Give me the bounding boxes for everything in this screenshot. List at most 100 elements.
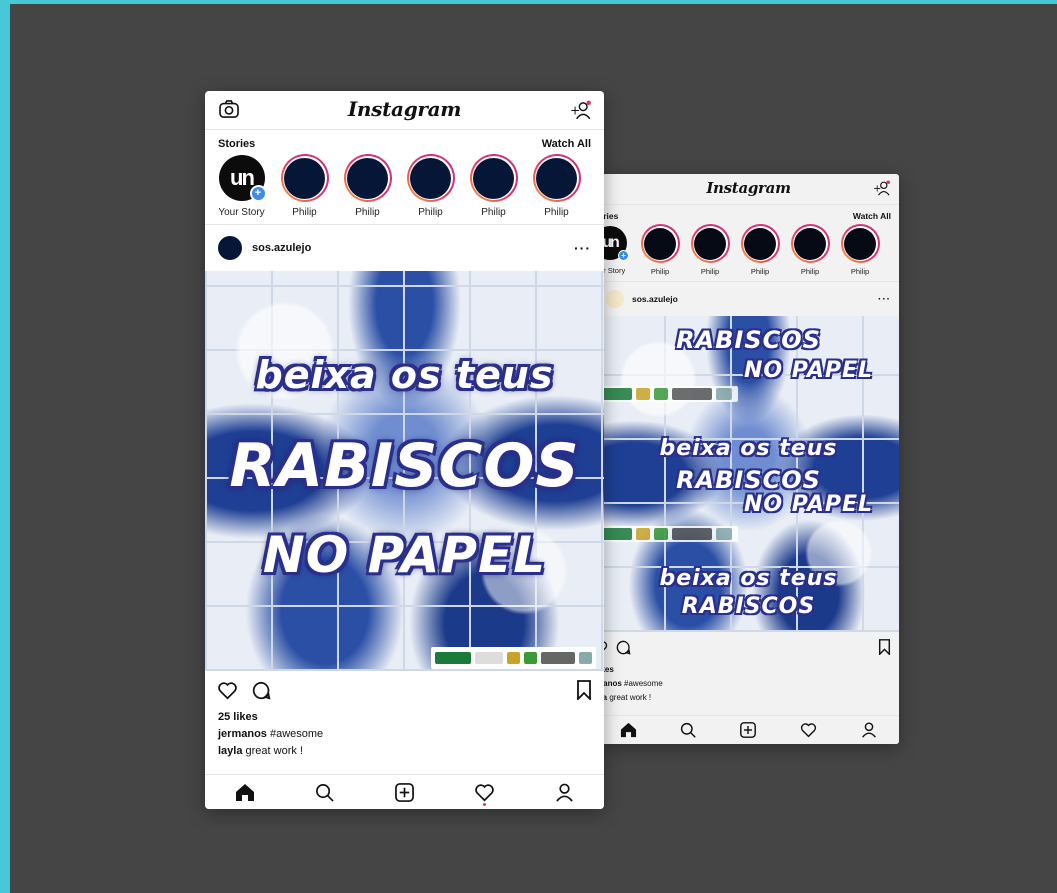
bottom-nav (598, 715, 899, 744)
comment-line: yla great work ! (598, 691, 891, 705)
story-item[interactable]: Philip (636, 224, 684, 276)
comment-icon[interactable] (252, 681, 271, 705)
story-avatar (536, 157, 577, 199)
comment-username[interactable]: layla (218, 745, 242, 757)
app-logo: Instagram (706, 179, 791, 197)
post-actions (205, 671, 604, 709)
story-label: Philip (292, 207, 317, 218)
caption-username[interactable]: jermanos (218, 728, 267, 740)
avatar: un + (218, 155, 267, 202)
post-avatar[interactable] (606, 290, 624, 308)
add-post-icon[interactable] (384, 777, 424, 807)
story-avatar (473, 157, 514, 199)
story-item[interactable]: Philip (736, 224, 784, 276)
heart-icon[interactable] (217, 681, 238, 705)
app-logo: Instagram (347, 97, 462, 121)
artwork-text: RABISCOS (229, 431, 580, 501)
story-avatar (794, 227, 826, 260)
story-avatar (410, 157, 451, 199)
sponsor-logos (598, 526, 738, 542)
search-icon[interactable] (305, 777, 345, 807)
profile-icon[interactable] (544, 777, 584, 807)
artwork-text: NO PAPEL (262, 526, 547, 584)
watch-all-link[interactable]: Watch All (853, 211, 891, 221)
post-actions (598, 632, 899, 663)
story-label: Philip (800, 267, 820, 276)
post-header: sos.azulejo ··· (598, 282, 899, 316)
post-image[interactable]: RABISCOS NO PAPEL beixa os teus RABISCOS… (598, 316, 899, 632)
main-phone-mockup: Instagram + Stories Watch All un + Your S… (205, 91, 604, 809)
story-item[interactable]: Philip (465, 154, 522, 218)
story-avatar (284, 157, 325, 199)
story-item[interactable]: Philip (786, 224, 834, 276)
post-caption-block: 25 likes jermanos #awesome layla great w… (205, 709, 604, 760)
caption-line: jermanos #awesome (218, 726, 591, 743)
add-user-icon[interactable]: + (873, 180, 891, 201)
top-bar: Instagram + (598, 174, 899, 205)
post-username[interactable]: sos.azulejo (632, 294, 878, 304)
avatar-text: un (602, 234, 619, 251)
story-label: Philip (544, 207, 569, 218)
story-label: Philip (418, 207, 443, 218)
caption-text: #awesome (269, 728, 324, 740)
comment-line: layla great work ! (218, 743, 591, 760)
artwork-text: NO PAPEL (743, 492, 874, 517)
story-avatar (844, 227, 876, 260)
canvas-background: Instagram + ories Watch All un+ our Stor… (10, 4, 1057, 893)
likes-count[interactable]: likes (598, 663, 891, 677)
stories-row: un+ our Story Philip Philip Philip Phili… (598, 224, 899, 282)
post-avatar[interactable] (218, 236, 242, 260)
caption-text: #awesome (624, 679, 663, 688)
artwork-text: RABISCOS (676, 466, 821, 494)
artwork-text: beixa os teus (659, 566, 838, 591)
bookmark-icon[interactable] (878, 639, 891, 660)
sponsor-logos (431, 647, 596, 669)
top-bar: Instagram + (205, 91, 604, 130)
more-options-icon[interactable]: ··· (878, 294, 891, 305)
search-icon[interactable] (668, 715, 708, 744)
story-label: Philip (650, 267, 670, 276)
post-image[interactable]: beixa os teus RABISCOS NO PAPEL (205, 271, 604, 671)
profile-icon[interactable] (849, 715, 889, 744)
bookmark-icon[interactable] (576, 680, 592, 705)
story-label: Philip (355, 207, 380, 218)
stories-header: ories Watch All (598, 205, 899, 224)
activity-heart-icon[interactable] (789, 715, 829, 744)
add-post-icon[interactable] (728, 715, 768, 744)
story-avatar (347, 157, 388, 199)
notification-dot (482, 803, 486, 806)
story-own[interactable]: un + Your Story (213, 154, 270, 218)
story-item[interactable]: Philip (339, 154, 396, 218)
story-item[interactable]: Philip (402, 154, 459, 218)
comment-icon[interactable] (616, 640, 631, 660)
sponsor-logos (598, 386, 738, 402)
bottom-nav (205, 774, 604, 809)
artwork-text: RABISCOS (681, 594, 816, 619)
artwork-text: beixa os teus (659, 436, 838, 461)
activity-heart-icon[interactable] (464, 777, 504, 807)
add-user-icon[interactable]: + (570, 100, 592, 125)
background-phone-mockup: Instagram + ories Watch All un+ our Stor… (598, 174, 899, 744)
stories-row: un + Your Story Philip Philip Philip Phil… (205, 154, 604, 225)
stories-header: Stories Watch All (205, 130, 604, 154)
watch-all-link[interactable]: Watch All (542, 138, 591, 150)
artwork-text: NO PAPEL (743, 358, 874, 383)
home-icon[interactable] (608, 715, 648, 744)
story-item[interactable]: Philip (836, 224, 884, 276)
caption-line: manos #awesome (598, 677, 891, 691)
story-avatar (644, 227, 676, 260)
story-label: Philip (481, 207, 506, 218)
story-avatar (694, 227, 726, 260)
home-icon[interactable] (225, 777, 265, 807)
post-caption-block: likes manos #awesome yla great work ! (598, 663, 899, 705)
avatar-text: un (230, 165, 255, 190)
post-username[interactable]: sos.azulejo (252, 242, 574, 254)
story-item[interactable]: Philip (528, 154, 585, 218)
story-item[interactable]: Philip (276, 154, 333, 218)
likes-count[interactable]: 25 likes (218, 709, 591, 726)
story-item[interactable]: Philip (686, 224, 734, 276)
post-header: sos.azulejo ··· (205, 225, 604, 271)
story-label: Philip (700, 267, 720, 276)
add-story-icon: + (618, 250, 629, 261)
more-options-icon[interactable]: ··· (574, 240, 591, 256)
